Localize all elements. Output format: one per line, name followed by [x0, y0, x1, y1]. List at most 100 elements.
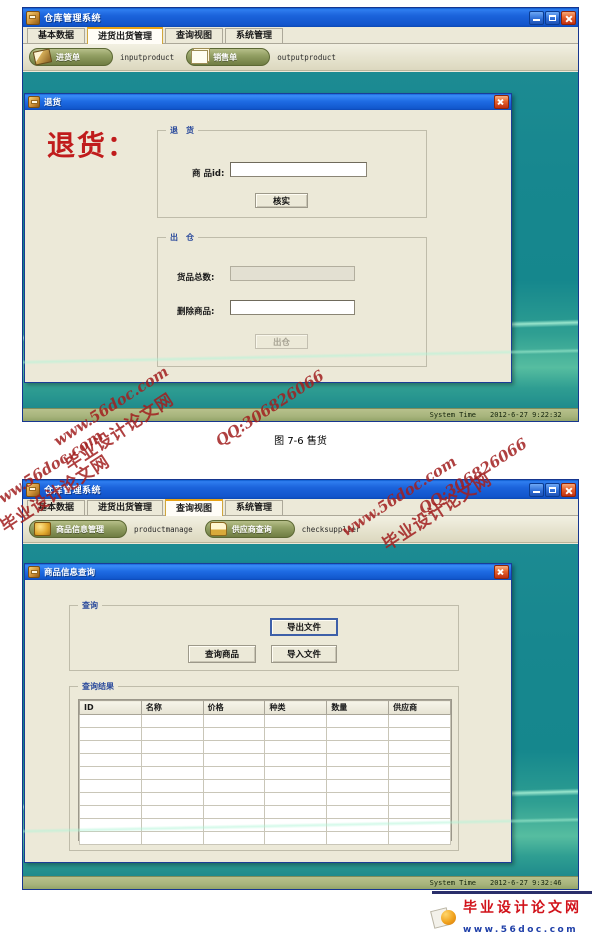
- table-cell[interactable]: [79, 714, 142, 728]
- table-cell[interactable]: [202, 818, 266, 832]
- table-cell[interactable]: [264, 792, 328, 806]
- import-file-button[interactable]: 导入文件: [271, 645, 337, 663]
- checkout-button[interactable]: 出仓: [255, 334, 308, 349]
- table-cell[interactable]: [79, 766, 142, 780]
- table-row[interactable]: [79, 766, 451, 780]
- table-row[interactable]: [79, 753, 451, 767]
- tab-basic-data[interactable]: 基本数据: [27, 28, 86, 43]
- product-query-close-icon[interactable]: [494, 565, 509, 579]
- column-header-id[interactable]: ID: [79, 700, 142, 715]
- toolbar-button-checksupplier[interactable]: 供应商查询: [204, 520, 295, 538]
- table-row[interactable]: [79, 740, 451, 754]
- tab-query-view[interactable]: 查询视图: [165, 28, 224, 43]
- minimize-button[interactable]: [529, 10, 544, 25]
- tab2-system-management[interactable]: 系统管理: [225, 500, 284, 515]
- table-cell[interactable]: [388, 818, 451, 832]
- return-dialog-close-icon[interactable]: [494, 95, 509, 109]
- column-header-supplier[interactable]: 供应商: [388, 700, 451, 715]
- result-table[interactable]: ID 名称 价格 种类 数量 供应商: [78, 699, 452, 845]
- table-cell[interactable]: [388, 714, 451, 728]
- table-cell[interactable]: [202, 831, 266, 845]
- table-cell[interactable]: [264, 805, 328, 819]
- table-cell[interactable]: [388, 766, 451, 780]
- table-row[interactable]: [79, 831, 451, 845]
- maximize-button-2[interactable]: [545, 482, 560, 497]
- table-cell[interactable]: [140, 714, 204, 728]
- table-cell[interactable]: [326, 753, 390, 767]
- table-cell[interactable]: [79, 727, 142, 741]
- table-cell[interactable]: [388, 727, 451, 741]
- column-header-quantity[interactable]: 数量: [326, 700, 390, 715]
- tab2-basic-data[interactable]: 基本数据: [27, 500, 86, 515]
- tab-system-management[interactable]: 系统管理: [225, 28, 284, 43]
- table-cell[interactable]: [79, 831, 142, 845]
- table-cell[interactable]: [140, 792, 204, 806]
- table-cell[interactable]: [140, 740, 204, 754]
- table-cell[interactable]: [326, 818, 390, 832]
- toolbar-button-outputproduct[interactable]: 销售单: [186, 48, 271, 66]
- column-header-category[interactable]: 种类: [264, 700, 328, 715]
- table-row[interactable]: [79, 714, 451, 728]
- toolbar-button-productmanage[interactable]: 商品信息管理: [29, 520, 127, 538]
- close-button[interactable]: [561, 10, 576, 25]
- table-cell[interactable]: [140, 727, 204, 741]
- table-row[interactable]: [79, 805, 451, 819]
- table-cell[interactable]: [140, 766, 204, 780]
- total-quantity-input[interactable]: [230, 266, 355, 281]
- maximize-button[interactable]: [545, 10, 560, 25]
- table-cell[interactable]: [264, 714, 328, 728]
- table-cell[interactable]: [388, 779, 451, 793]
- table-cell[interactable]: [388, 740, 451, 754]
- table-cell[interactable]: [388, 792, 451, 806]
- table-cell[interactable]: [202, 792, 266, 806]
- table-cell[interactable]: [79, 818, 142, 832]
- table-cell[interactable]: [326, 727, 390, 741]
- table-cell[interactable]: [326, 779, 390, 793]
- table-cell[interactable]: [388, 753, 451, 767]
- table-cell[interactable]: [326, 740, 390, 754]
- toolbar-button-inputproduct[interactable]: 进货单: [29, 48, 113, 66]
- close-button-2[interactable]: [561, 482, 576, 497]
- table-cell[interactable]: [140, 779, 204, 793]
- table-cell[interactable]: [140, 753, 204, 767]
- export-file-button[interactable]: 导出文件: [270, 618, 338, 636]
- table-cell[interactable]: [264, 818, 328, 832]
- table-cell[interactable]: [202, 766, 266, 780]
- verify-button[interactable]: 核实: [255, 193, 308, 208]
- tab-inout-management[interactable]: 进货出货管理: [87, 27, 164, 44]
- table-cell[interactable]: [140, 831, 204, 845]
- table-cell[interactable]: [264, 779, 328, 793]
- table-cell[interactable]: [202, 805, 266, 819]
- table-cell[interactable]: [140, 805, 204, 819]
- table-cell[interactable]: [264, 727, 328, 741]
- query-product-button[interactable]: 查询商品: [188, 645, 256, 663]
- table-cell[interactable]: [202, 753, 266, 767]
- delete-product-input[interactable]: [230, 300, 355, 315]
- tab2-query-view[interactable]: 查询视图: [165, 499, 224, 516]
- table-cell[interactable]: [79, 805, 142, 819]
- table-cell[interactable]: [326, 766, 390, 780]
- table-cell[interactable]: [388, 831, 451, 845]
- table-cell[interactable]: [326, 831, 390, 845]
- table-row[interactable]: [79, 779, 451, 793]
- table-cell[interactable]: [140, 818, 204, 832]
- table-cell[interactable]: [388, 805, 451, 819]
- table-cell[interactable]: [326, 792, 390, 806]
- table-cell[interactable]: [326, 714, 390, 728]
- table-cell[interactable]: [264, 831, 328, 845]
- tab2-inout-management[interactable]: 进货出货管理: [87, 500, 164, 515]
- table-row[interactable]: [79, 818, 451, 832]
- table-cell[interactable]: [202, 714, 266, 728]
- table-cell[interactable]: [202, 779, 266, 793]
- column-header-name[interactable]: 名称: [140, 700, 204, 715]
- table-cell[interactable]: [79, 792, 142, 806]
- table-cell[interactable]: [79, 740, 142, 754]
- table-cell[interactable]: [79, 779, 142, 793]
- table-cell[interactable]: [202, 727, 266, 741]
- table-cell[interactable]: [202, 740, 266, 754]
- table-cell[interactable]: [264, 766, 328, 780]
- product-id-input[interactable]: [230, 162, 367, 177]
- table-cell[interactable]: [264, 740, 328, 754]
- minimize-button-2[interactable]: [529, 482, 544, 497]
- table-cell[interactable]: [79, 753, 142, 767]
